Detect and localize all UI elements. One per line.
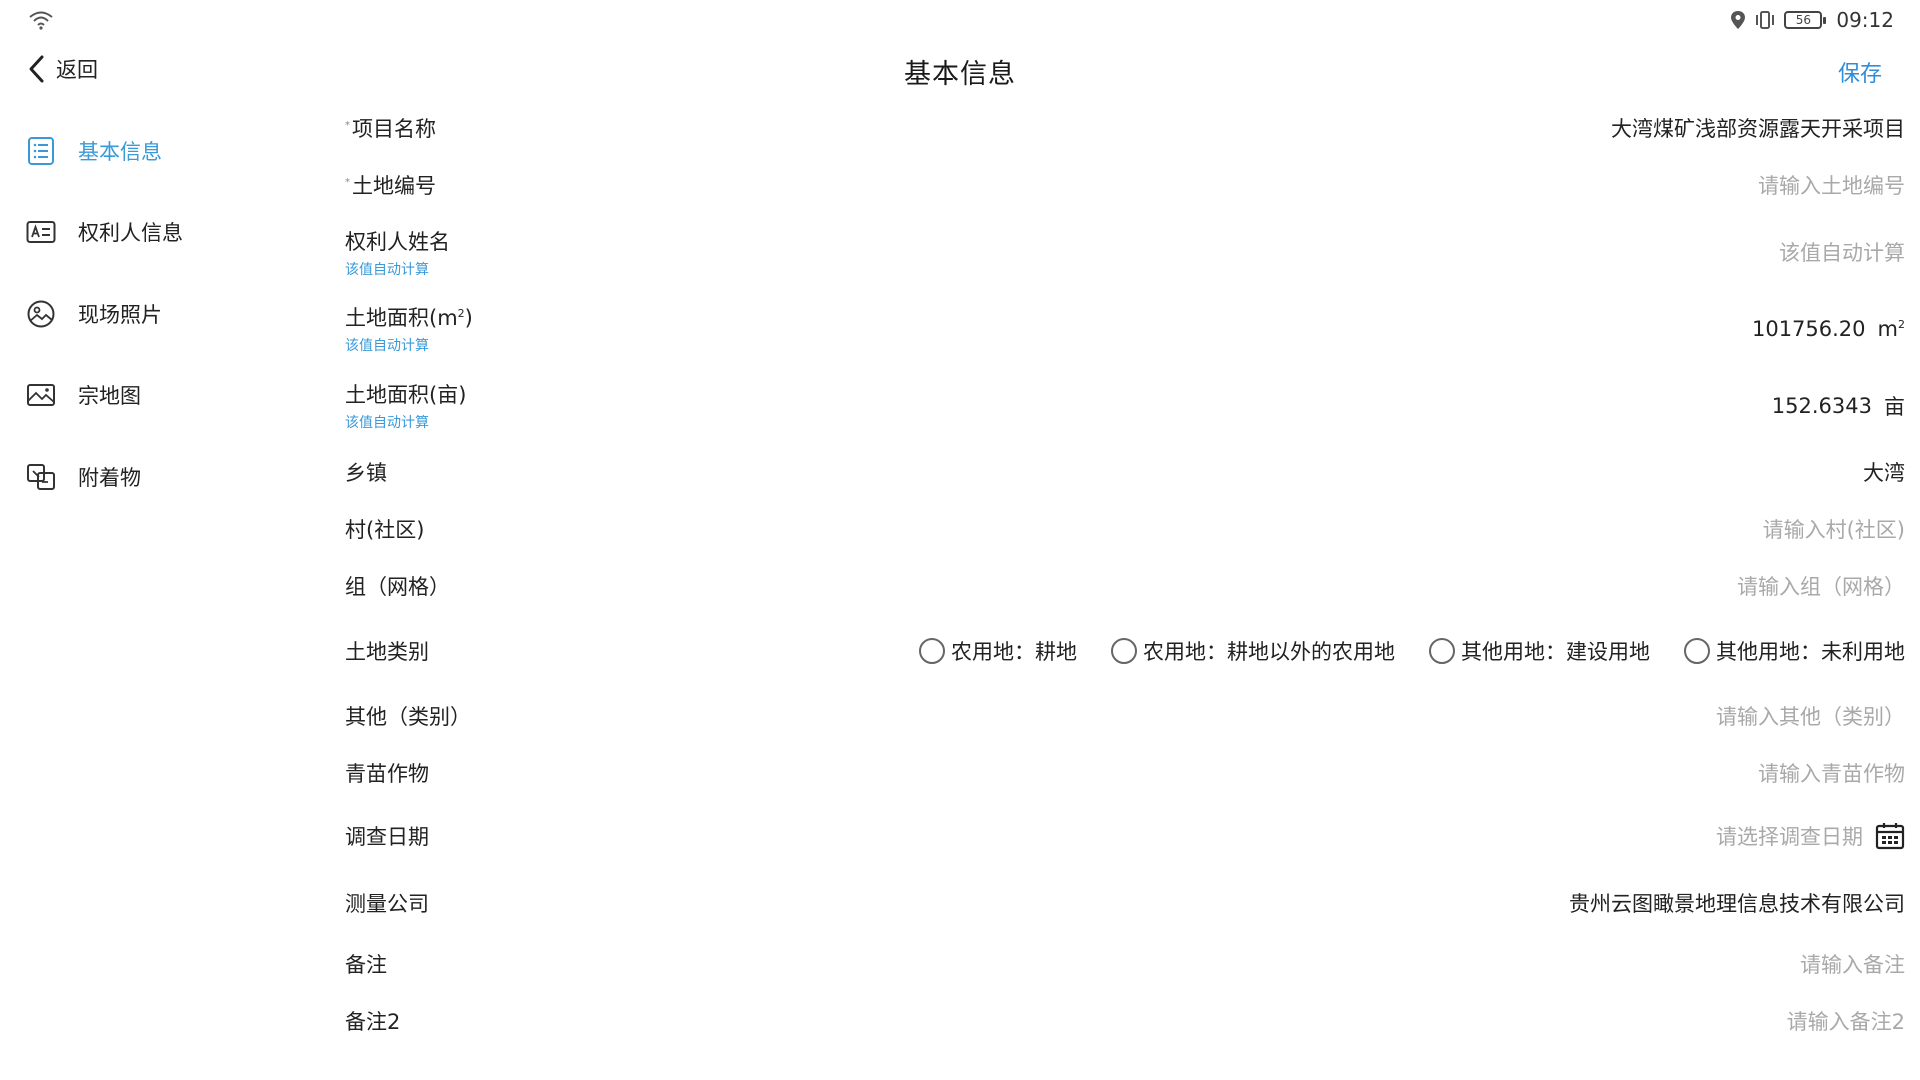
row-village: 村(社区) 请输入村(社区) [345, 500, 1905, 558]
area-m2-label-sup: 2 [457, 307, 465, 320]
radio-label: 农用地：耕地以外的农用地 [1143, 640, 1395, 664]
project-name-label: *项目名称 [345, 113, 436, 143]
radio-circle[interactable] [1111, 638, 1137, 664]
page-title: 基本信息 [904, 59, 1016, 90]
area-mu-unit: 亩 [1884, 394, 1905, 419]
attachment-icon [27, 463, 55, 490]
sidebar-item-attachments[interactable]: 附着物 [0, 436, 320, 518]
village-label: 村(社区) [345, 518, 425, 542]
remark-label: 备注 [345, 953, 387, 977]
row-remark2: 备注2 请输入备注2 [345, 992, 1905, 1050]
area-m2-hint: 该值自动计算 [345, 338, 429, 354]
row-other-type: 其他（类别） 请输入其他（类别） [345, 688, 1905, 744]
town-label: 乡镇 [345, 461, 387, 485]
area-m2-label-text: 土地面积(m [345, 306, 458, 330]
survey-company-label: 测量公司 [345, 892, 429, 916]
list-icon [28, 136, 54, 165]
crops-label: 青苗作物 [345, 762, 429, 786]
area-m2-value: 101756.20 [1751, 316, 1866, 341]
sidebar-item-label: 现场照片 [78, 302, 162, 327]
other-type-input[interactable]: 请输入其他（类别） [1716, 701, 1905, 731]
land-no-label-text: 土地编号 [352, 174, 436, 198]
area-m2-unit-text: m [1877, 316, 1898, 341]
land-type-radio-group: 农用地：耕地 农用地：耕地以外的农用地 其他用地：建设用地 其他用地：未利用地 [919, 636, 1905, 666]
required-mark: * [345, 177, 350, 188]
sidebar-item-label: 宗地图 [78, 384, 141, 409]
other-type-label: 其他（类别） [345, 705, 471, 729]
sidebar-item-basic-info[interactable]: 基本信息 [0, 110, 320, 192]
survey-company-value[interactable]: 贵州云图瞰景地理信息技术有限公司 [1569, 888, 1905, 918]
owner-name-input[interactable]: 该值自动计算 [1779, 237, 1905, 267]
radio-circle[interactable] [919, 638, 945, 664]
area-m2-unit-sup: 2 [1898, 317, 1905, 331]
radio-label: 其他用地：未利用地 [1716, 640, 1905, 664]
vibrate-icon [1756, 11, 1775, 29]
land-no-label: *土地编号 [345, 170, 436, 200]
sidebar-item-parcel-map[interactable]: 宗地图 [0, 355, 320, 437]
row-survey-date: 调查日期 请选择调查日期 [345, 802, 1905, 870]
status-bar: 56 09:12 [0, 0, 1920, 40]
survey-date-input[interactable]: 请选择调查日期 [1716, 821, 1863, 851]
row-land-no: *土地编号 请输入土地编号 [345, 156, 1905, 214]
land-no-input[interactable]: 请输入土地编号 [1758, 170, 1905, 200]
radio-label: 其他用地：建设用地 [1461, 640, 1650, 664]
row-town: 乡镇 大湾 [345, 444, 1905, 500]
sidebar-item-owner-info[interactable]: 权利人信息 [0, 192, 320, 274]
remark-input[interactable]: 请输入备注 [1800, 949, 1905, 979]
wifi-icon [29, 11, 53, 30]
land-type-label: 土地类别 [345, 640, 429, 664]
area-mu-value: 152.6343 [1771, 393, 1872, 418]
row-area-m2: 土地面积(m2) 该值自动计算 101756.20 m2 [345, 290, 1905, 367]
row-remark: 备注 请输入备注 [345, 936, 1905, 992]
owner-name-label: 权利人姓名 [345, 229, 450, 254]
radio-circle[interactable] [1684, 638, 1710, 664]
area-mu-label: 土地面积(亩) [345, 383, 467, 407]
save-button[interactable]: 保存 [1838, 56, 1882, 88]
land-type-option-other-agricultural[interactable]: 农用地：耕地以外的农用地 [1111, 636, 1395, 666]
radio-label: 农用地：耕地 [951, 640, 1077, 664]
area-m2-label-tail: ) [464, 306, 473, 330]
required-mark: * [345, 120, 350, 131]
photo-icon [27, 300, 55, 328]
remark2-label: 备注2 [345, 1010, 401, 1034]
location-icon [1731, 11, 1746, 29]
radio-circle[interactable] [1429, 638, 1455, 664]
basic-info-form: *项目名称 大湾煤矿浅部资源露天开采项目 *土地编号 请输入土地编号 权利人姓名… [345, 100, 1905, 1050]
row-owner-name: 权利人姓名 该值自动计算 该值自动计算 [345, 214, 1905, 290]
group-label: 组（网格） [345, 575, 450, 599]
group-input[interactable]: 请输入组（网格） [1737, 571, 1905, 601]
image-icon [27, 384, 55, 407]
land-type-option-construction[interactable]: 其他用地：建设用地 [1429, 636, 1650, 666]
project-name-value[interactable]: 大湾煤矿浅部资源露天开采项目 [1611, 113, 1905, 143]
row-project-name: *项目名称 大湾煤矿浅部资源露天开采项目 [345, 100, 1905, 156]
sidebar-item-label: 附着物 [78, 465, 141, 490]
row-survey-company: 测量公司 贵州云图瞰景地理信息技术有限公司 [345, 870, 1905, 936]
crops-input[interactable]: 请输入青苗作物 [1758, 758, 1905, 788]
top-bar: 返回 基本信息 保存 [0, 40, 1920, 100]
town-value[interactable]: 大湾 [1863, 457, 1905, 487]
owner-name-hint: 该值自动计算 [345, 261, 429, 278]
id-card-icon [26, 221, 56, 244]
village-input[interactable]: 请输入村(社区) [1763, 514, 1905, 544]
sidebar-item-label: 权利人信息 [78, 221, 183, 246]
row-group: 组（网格） 请输入组（网格） [345, 558, 1905, 614]
area-m2-label: 土地面积(m2) [345, 302, 473, 332]
area-m2-unit: m2 [1878, 317, 1905, 341]
row-land-type: 土地类别 农用地：耕地 农用地：耕地以外的农用地 其他用地：建设用地 其他用地：… [345, 614, 1905, 688]
status-icons: 56 09:12 [1730, 8, 1894, 32]
status-time: 09:12 [1836, 8, 1894, 32]
sidebar: 基本信息 权利人信息 现场照片 宗地图 附着物 [0, 110, 320, 518]
land-type-option-cultivated[interactable]: 农用地：耕地 [919, 636, 1077, 666]
area-mu-hint: 该值自动计算 [345, 415, 429, 431]
project-name-label-text: 项目名称 [352, 117, 436, 141]
land-type-option-unused[interactable]: 其他用地：未利用地 [1684, 636, 1905, 666]
calendar-icon[interactable] [1875, 822, 1905, 850]
survey-date-label: 调查日期 [345, 825, 429, 849]
row-area-mu: 土地面积(亩) 该值自动计算 152.6343 亩 [345, 367, 1905, 444]
remark2-input[interactable]: 请输入备注2 [1787, 1006, 1905, 1036]
battery-icon: 56 [1784, 11, 1827, 29]
sidebar-item-label: 基本信息 [78, 139, 162, 164]
sidebar-item-site-photos[interactable]: 现场照片 [0, 273, 320, 355]
row-crops: 青苗作物 请输入青苗作物 [345, 744, 1905, 802]
